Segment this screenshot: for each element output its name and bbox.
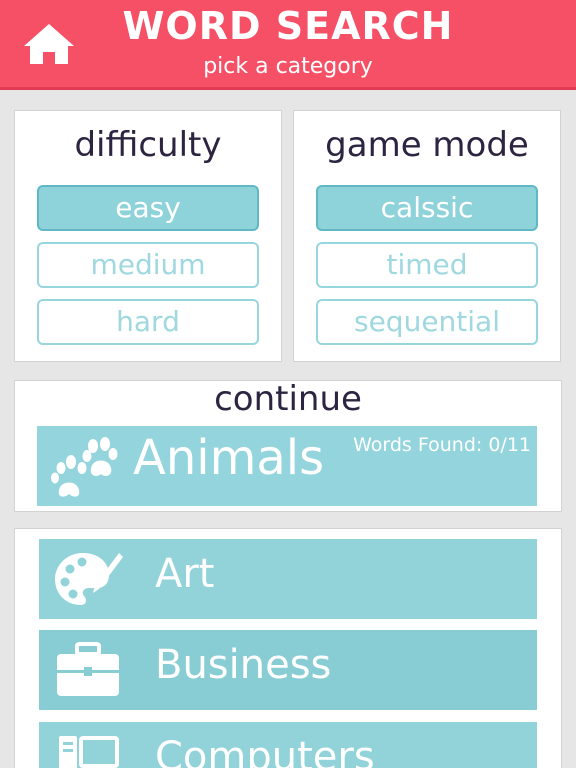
briefcase-icon — [57, 642, 119, 696]
difficulty-option-medium[interactable]: medium — [37, 242, 259, 288]
mode-option-timed[interactable]: timed — [316, 242, 538, 288]
words-found-counter: Words Found: 0/11 — [353, 434, 531, 456]
header-bar: WORD SEARCH pick a category — [0, 0, 576, 90]
paw-icon — [51, 437, 118, 497]
page-subtitle: pick a category — [203, 54, 373, 79]
mode-option-classic[interactable]: calssic — [316, 185, 538, 231]
game-mode-title: game mode — [325, 125, 529, 165]
mode-option-sequential[interactable]: sequential — [316, 299, 538, 345]
continue-category-tile[interactable]: Animals Words Found: 0/11 — [37, 426, 537, 506]
game-mode-panel: game mode calssic timed sequential — [293, 110, 561, 362]
palette-icon — [55, 553, 123, 605]
category-tile-computers[interactable]: Computers — [39, 722, 537, 768]
difficulty-option-hard[interactable]: hard — [37, 299, 259, 345]
category-tile-art[interactable]: Art — [39, 539, 537, 619]
continue-title: continue — [214, 379, 362, 419]
category-list-panel: Art Business Computers — [14, 528, 562, 768]
continue-category-name: Animals — [133, 430, 325, 486]
difficulty-title: difficulty — [74, 125, 222, 165]
category-tile-business[interactable]: Business — [39, 630, 537, 710]
category-label-computers: Computers — [155, 734, 375, 768]
category-label-business: Business — [155, 642, 332, 688]
category-label-art: Art — [155, 551, 215, 597]
difficulty-panel: difficulty easy medium hard — [14, 110, 282, 362]
continue-panel: continue Animals Words Found: 0/11 — [14, 379, 562, 512]
difficulty-option-easy[interactable]: easy — [37, 185, 259, 231]
computer-icon — [59, 736, 119, 768]
app-title: WORD SEARCH — [122, 4, 454, 48]
